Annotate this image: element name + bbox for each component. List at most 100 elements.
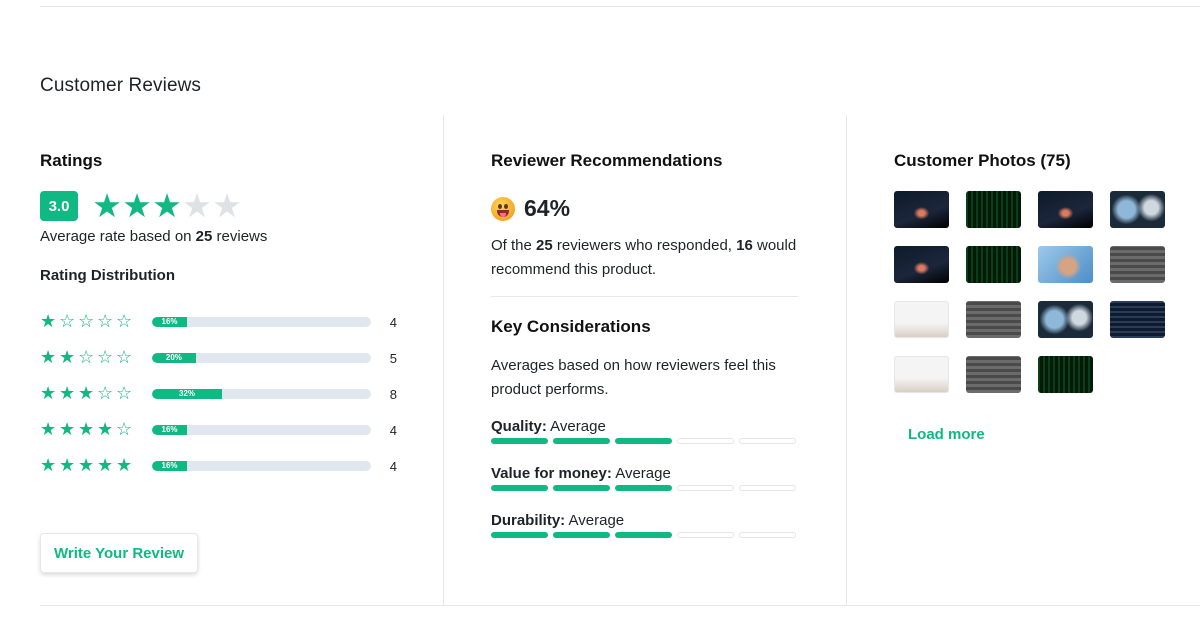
distribution-title: Rating Distribution xyxy=(40,267,175,284)
distribution-row-3-star[interactable]: ★ ★ ★ ☆ ☆ 32% 8 xyxy=(40,376,410,412)
metric-value: Average xyxy=(611,465,671,482)
star-outline-icon: ☆ xyxy=(97,347,114,368)
customer-photo-thumbnail[interactable] xyxy=(894,301,949,338)
customer-photo-thumbnail[interactable] xyxy=(1038,301,1093,338)
recommendation-summary: 64% xyxy=(491,195,801,222)
distribution-bar-fill: 32% xyxy=(152,389,223,399)
distribution-bar-track: 32% xyxy=(152,389,371,399)
star-outline-icon: ☆ xyxy=(97,311,114,332)
metric-segment xyxy=(615,485,672,491)
average-rating-row: 3.0 ★ ★ ★ ★ ★ xyxy=(40,186,410,225)
rating-distribution: ★ ☆ ☆ ☆ ☆ 16% 4 ★ ★ ☆ ☆ ☆ 20% 5 ★ ★ ★ ☆ ☆ 32% 8 ★ ★ ★ ★ ☆ 16% 4 ★ ★ ★ ★… xyxy=(40,304,410,484)
average-rating-badge: 3.0 xyxy=(40,191,78,221)
metric-level-bar xyxy=(491,438,801,444)
average-rating-text: Average rate based on 25 reviews xyxy=(40,228,410,245)
star-outline-icon: ☆ xyxy=(59,311,76,332)
customer-photo-thumbnail[interactable] xyxy=(1038,356,1093,393)
row-stars: ★ ★ ☆ ☆ ☆ xyxy=(40,349,152,367)
load-more-button[interactable]: Load more xyxy=(908,426,985,443)
distribution-bar-track: 20% xyxy=(152,353,371,363)
distribution-bar-fill: 20% xyxy=(152,353,196,363)
photos-column: Customer Photos (75) Load more xyxy=(894,115,1184,444)
metric-segment xyxy=(615,532,672,538)
consideration-metric: Durability: Average xyxy=(491,512,801,538)
star-outline-icon: ☆ xyxy=(78,311,95,332)
happy-face-icon xyxy=(491,196,515,221)
star-filled-icon: ★ xyxy=(40,347,57,368)
star-filled-icon: ★ xyxy=(78,455,95,476)
star-outline-icon: ☆ xyxy=(116,419,133,440)
distribution-bar-track: 16% xyxy=(152,461,371,471)
metric-value: Average xyxy=(546,418,606,435)
customer-photo-thumbnail[interactable] xyxy=(966,246,1021,283)
star-outline-icon: ☆ xyxy=(97,383,114,404)
metric-segment xyxy=(739,532,796,538)
customer-photo-thumbnail[interactable] xyxy=(894,356,949,393)
distribution-row-4-star[interactable]: ★ ★ ★ ★ ☆ 16% 4 xyxy=(40,412,410,448)
customer-photo-thumbnail[interactable] xyxy=(1110,246,1165,283)
distribution-bar-fill: 16% xyxy=(152,461,188,471)
distribution-row-1-star[interactable]: ★ ☆ ☆ ☆ ☆ 16% 4 xyxy=(40,304,410,340)
column-divider xyxy=(443,115,444,605)
rec-text-prefix: Of the xyxy=(491,237,537,254)
star-filled-icon: ★ xyxy=(40,419,57,440)
distribution-count: 4 xyxy=(389,422,397,438)
consideration-metric: Value for money: Average xyxy=(491,465,801,491)
metric-label: Durability: Average xyxy=(491,512,801,529)
rec-text-middle: reviewers who responded, xyxy=(552,237,737,254)
star-filled-icon: ★ xyxy=(116,455,133,476)
metric-label: Quality: Average xyxy=(491,418,801,435)
distribution-row-5-star[interactable]: ★ ★ ★ ★ ★ 16% 4 xyxy=(40,448,410,484)
average-star-rating: ★ ★ ★ ★ ★ xyxy=(92,186,242,225)
review-count: 25 xyxy=(195,228,213,245)
consideration-metric: Quality: Average xyxy=(491,418,801,444)
section-divider xyxy=(491,296,798,297)
customer-photo-thumbnail[interactable] xyxy=(966,301,1021,338)
metric-segment xyxy=(677,485,734,491)
recommendation-text: Of the 25 reviewers who responded, 16 wo… xyxy=(491,234,801,282)
metric-level-bar xyxy=(491,485,801,491)
recommendations-column: Reviewer Recommendations 64% Of the 25 r… xyxy=(491,115,801,538)
customer-photo-thumbnail[interactable] xyxy=(1110,191,1165,228)
customer-photo-thumbnail[interactable] xyxy=(1110,301,1165,338)
row-stars: ★ ★ ★ ☆ ☆ xyxy=(40,385,152,403)
metric-segment xyxy=(553,438,610,444)
row-stars: ★ ★ ★ ★ ☆ xyxy=(40,421,152,439)
metric-segment xyxy=(553,532,610,538)
metric-value: Average xyxy=(565,512,625,529)
photo-grid xyxy=(894,191,1184,393)
metric-segment xyxy=(491,438,548,444)
recommendations-title: Reviewer Recommendations xyxy=(491,151,723,170)
star-icon: ★ xyxy=(122,186,152,225)
write-review-button[interactable]: Write Your Review xyxy=(40,533,199,573)
star-outline-icon: ☆ xyxy=(116,311,133,332)
metric-level-bar xyxy=(491,532,801,538)
customer-photo-thumbnail[interactable] xyxy=(1038,191,1093,228)
metric-segment xyxy=(491,532,548,538)
recommend-count: 16 xyxy=(736,237,753,254)
star-icon: ★ xyxy=(182,186,212,225)
customer-photo-thumbnail[interactable] xyxy=(894,191,949,228)
star-filled-icon: ★ xyxy=(59,455,76,476)
metric-label: Value for money: Average xyxy=(491,465,801,482)
responded-count: 25 xyxy=(536,237,553,254)
distribution-bar-track: 16% xyxy=(152,317,371,327)
distribution-count: 4 xyxy=(389,314,397,330)
metric-segment xyxy=(739,485,796,491)
star-filled-icon: ★ xyxy=(97,455,114,476)
customer-photo-thumbnail[interactable] xyxy=(894,246,949,283)
customer-photo-thumbnail[interactable] xyxy=(966,191,1021,228)
column-divider xyxy=(846,115,847,605)
photos-title: Customer Photos (75) xyxy=(894,151,1071,170)
distribution-row-2-star[interactable]: ★ ★ ☆ ☆ ☆ 20% 5 xyxy=(40,340,410,376)
distribution-bar-track: 16% xyxy=(152,425,371,435)
top-divider xyxy=(40,6,1200,7)
star-outline-icon: ☆ xyxy=(116,383,133,404)
key-considerations-description: Averages based on how reviewers feel thi… xyxy=(491,357,776,398)
recommend-percent: 64% xyxy=(524,195,571,221)
distribution-count: 5 xyxy=(389,350,397,366)
metric-name: Quality: xyxy=(491,418,547,435)
consideration-metrics: Quality: Average Value for money: Average… xyxy=(491,418,801,538)
customer-photo-thumbnail[interactable] xyxy=(1038,246,1093,283)
customer-photo-thumbnail[interactable] xyxy=(966,356,1021,393)
